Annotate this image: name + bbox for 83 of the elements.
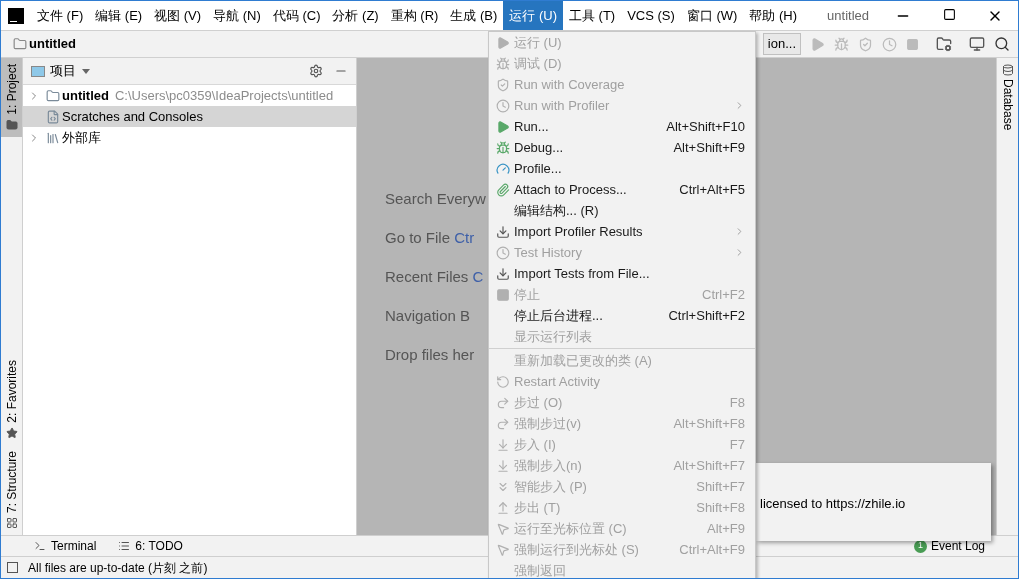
restart-icon <box>496 374 510 389</box>
menu-item[interactable]: Import Tests from File... <box>489 263 755 284</box>
terminal-icon <box>34 540 46 552</box>
menu-item[interactable]: Profile... <box>489 158 755 179</box>
search-icon[interactable] <box>994 36 1010 52</box>
breadcrumb[interactable]: untitled <box>29 34 76 54</box>
panel-view-icon <box>31 65 45 77</box>
bug-icon <box>496 140 510 155</box>
menu-title[interactable]: 重构 (R) <box>384 1 445 30</box>
window-title: untitled <box>827 6 869 25</box>
tree-item-label: 外部库 <box>62 128 101 147</box>
menu-title[interactable]: 生成 (B) <box>444 1 504 30</box>
tool-window-button[interactable]: Terminal <box>34 537 97 555</box>
menu-title[interactable]: 文件 (F) <box>31 1 90 30</box>
status-icon[interactable] <box>7 562 18 573</box>
bug-icon <box>496 56 510 71</box>
tree-item-label: Scratches and Consoles <box>62 107 203 126</box>
step-into-icon <box>496 437 510 452</box>
step-out-icon <box>496 500 510 515</box>
download-icon <box>496 224 510 239</box>
menu-item[interactable]: 停止后台进程... Ctrl+Shift+F2 <box>489 305 755 326</box>
tree-item-path: C:\Users\pc0359\IdeaProjects\untitled <box>114 86 334 105</box>
star-icon <box>5 426 18 439</box>
menu-title[interactable]: 工具 (T) <box>563 1 622 30</box>
tool-window-tab[interactable]: Database <box>997 58 1018 137</box>
cursor-icon <box>496 521 510 536</box>
app-logo-icon <box>8 7 24 24</box>
dropdown-caret-icon[interactable] <box>82 68 90 74</box>
grid-icon <box>5 517 18 529</box>
menu-title[interactable]: 窗口 (W) <box>680 1 744 30</box>
editor-hint: Go to File Ctr <box>385 228 475 248</box>
menu-title[interactable]: 运行 (U) <box>503 1 563 30</box>
folder-icon <box>5 118 18 131</box>
menu-title[interactable]: 代码 (C) <box>266 1 327 30</box>
folder-settings-icon[interactable] <box>936 36 952 52</box>
menu-title[interactable]: 帮助 (H) <box>743 1 804 30</box>
settings-icon[interactable] <box>309 64 323 78</box>
tree-row[interactable]: 外部库 <box>23 127 356 148</box>
step-into-icon <box>496 458 510 473</box>
download-icon <box>496 266 510 281</box>
menu-title[interactable]: VCS (S) <box>621 1 681 30</box>
menu-title[interactable]: 视图 (V) <box>148 1 208 30</box>
editor-hint: Drop files her <box>385 345 475 365</box>
menu-item[interactable]: Attach to Process... Ctrl+Alt+F5 <box>489 179 755 200</box>
menu-title[interactable]: 编辑 (E) <box>89 1 149 30</box>
editor-hint: Search Everyw <box>385 189 486 209</box>
database-icon <box>1001 64 1014 76</box>
run-configuration-button[interactable]: ion... <box>762 33 801 55</box>
gauge-icon <box>496 161 510 176</box>
play-icon <box>496 119 510 134</box>
tree-row[interactable]: Scratches and Consoles <box>23 106 356 127</box>
menu-item[interactable]: Import Profiler Results <box>489 221 755 242</box>
clock-icon <box>496 98 510 113</box>
tree-row[interactable]: untitled C:\Users\pc0359\IdeaProjects\untitled <box>23 85 356 106</box>
window-icon[interactable] <box>969 36 985 52</box>
library-icon <box>46 130 60 145</box>
cursor-icon <box>496 542 510 557</box>
folder-icon <box>13 37 27 51</box>
shield-icon <box>496 77 510 92</box>
menu-item[interactable]: Run... Alt+Shift+F10 <box>489 116 755 137</box>
menu-item[interactable]: Debug... Alt+Shift+F9 <box>489 137 755 158</box>
editor-hint: Recent Files C <box>385 267 484 287</box>
file-icon <box>46 109 60 124</box>
menu-title[interactable]: 分析 (Z) <box>326 1 385 30</box>
clock-icon <box>496 245 510 260</box>
tool-window-button[interactable]: 6: TODO <box>118 537 183 555</box>
play-icon <box>496 35 510 50</box>
tool-window-tab[interactable]: 7: Structure <box>1 444 22 535</box>
step-over-icon <box>496 416 510 431</box>
paperclip-icon <box>496 182 510 197</box>
folder-icon <box>46 88 60 103</box>
editor-hint: Navigation B <box>385 306 471 326</box>
tree-item-label: untitled <box>62 86 109 105</box>
tool-window-tab[interactable]: 1: Project <box>1 58 22 137</box>
step-over-icon <box>496 395 510 410</box>
panel-title[interactable]: 项目 <box>50 61 76 81</box>
status-text: All files are up-to-date (片刻 之前) <box>28 559 208 577</box>
menu-title[interactable]: 导航 (N) <box>207 1 267 30</box>
tool-window-tab[interactable]: 2: Favorites <box>1 354 22 445</box>
notification-text: licensed to https://zhile.io <box>760 494 906 513</box>
menu-item[interactable]: 编辑结构... (R) <box>489 200 755 221</box>
list-icon <box>118 540 131 552</box>
stop-icon <box>496 287 510 302</box>
